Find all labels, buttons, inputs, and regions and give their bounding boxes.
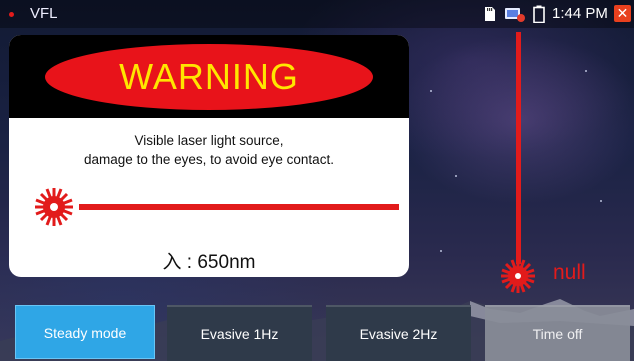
evasive-2hz-button[interactable]: Evasive 2Hz <box>326 305 471 361</box>
wavelength-label: 入 : 650nm <box>162 252 256 273</box>
beam-status-label: null <box>553 261 586 284</box>
close-icon[interactable]: ✕ <box>614 5 631 22</box>
clock-time: 1:44 PM <box>552 5 608 22</box>
warning-header: WARNING <box>9 35 409 118</box>
star <box>600 200 602 202</box>
star <box>430 90 432 92</box>
evasive-1hz-button[interactable]: Evasive 1Hz <box>167 305 312 361</box>
warning-description: Visible laser light source, damage to th… <box>9 131 409 169</box>
usb-icon <box>505 8 525 22</box>
warning-card: WARNING Visible laser light source, dama… <box>9 35 409 277</box>
sd-card-icon <box>485 7 495 21</box>
warning-description-line1: Visible laser light source, <box>134 133 284 148</box>
star <box>585 70 587 72</box>
warning-description-line2: damage to the eyes, to avoid eye contact… <box>84 152 334 167</box>
star <box>455 175 457 177</box>
laser-beam-indicator <box>501 32 535 293</box>
time-off-button[interactable]: Time off <box>485 305 630 361</box>
app-title: VFL <box>30 5 58 22</box>
battery-icon <box>533 5 545 23</box>
star <box>440 250 442 252</box>
status-bar: VFL 1:44 PM ✕ <box>0 0 634 28</box>
warning-title: WARNING <box>45 44 373 110</box>
app-icon <box>9 12 14 17</box>
laser-burst-icon <box>35 188 399 226</box>
steady-mode-button[interactable]: Steady mode <box>15 305 155 359</box>
